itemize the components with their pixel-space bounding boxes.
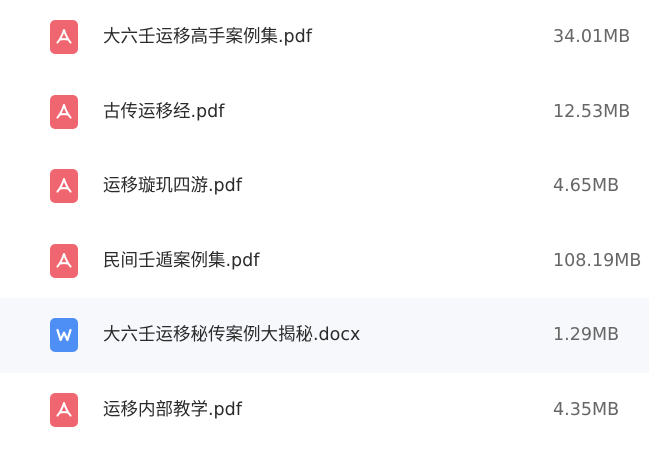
file-name[interactable]: 大六壬运移高手案例集.pdf bbox=[103, 0, 312, 75]
file-size: 34.01MB bbox=[553, 27, 631, 47]
file-list: 大六壬运移高手案例集.pdf 34.01MB 古传运移经.pdf 12.53MB… bbox=[0, 0, 649, 454]
pdf-file-icon bbox=[50, 169, 78, 203]
pdf-file-icon bbox=[50, 393, 78, 427]
file-size: 12.53MB bbox=[553, 102, 631, 122]
pdf-file-icon bbox=[50, 20, 78, 54]
word-file-icon bbox=[50, 318, 78, 352]
file-size: 4.35MB bbox=[553, 400, 620, 420]
file-name[interactable]: 民间壬遁案例集.pdf bbox=[103, 224, 259, 299]
file-name[interactable]: 大六壬运移秘传案例大揭秘.docx bbox=[103, 298, 360, 373]
file-row[interactable]: 大六壬运移秘传案例大揭秘.docx 1.29MB bbox=[0, 298, 649, 373]
file-row[interactable]: 运移内部教学.pdf 4.35MB bbox=[0, 373, 649, 448]
file-row[interactable]: 大六壬运移高手案例集.pdf 34.01MB bbox=[0, 0, 649, 75]
file-size: 1.29MB bbox=[553, 325, 620, 345]
pdf-file-icon bbox=[50, 244, 78, 278]
file-size: 108.19MB bbox=[553, 251, 642, 271]
file-name[interactable]: 运移璇玑四游.pdf bbox=[103, 149, 242, 224]
file-name[interactable]: 运移内部教学.pdf bbox=[103, 373, 242, 448]
pdf-file-icon bbox=[50, 95, 78, 129]
file-row[interactable]: 民间壬遁案例集.pdf 108.19MB bbox=[0, 224, 649, 299]
file-size: 4.65MB bbox=[553, 176, 620, 196]
file-name[interactable]: 古传运移经.pdf bbox=[103, 75, 224, 150]
file-row[interactable]: 运移璇玑四游.pdf 4.65MB bbox=[0, 149, 649, 224]
file-row[interactable]: 古传运移经.pdf 12.53MB bbox=[0, 75, 649, 150]
